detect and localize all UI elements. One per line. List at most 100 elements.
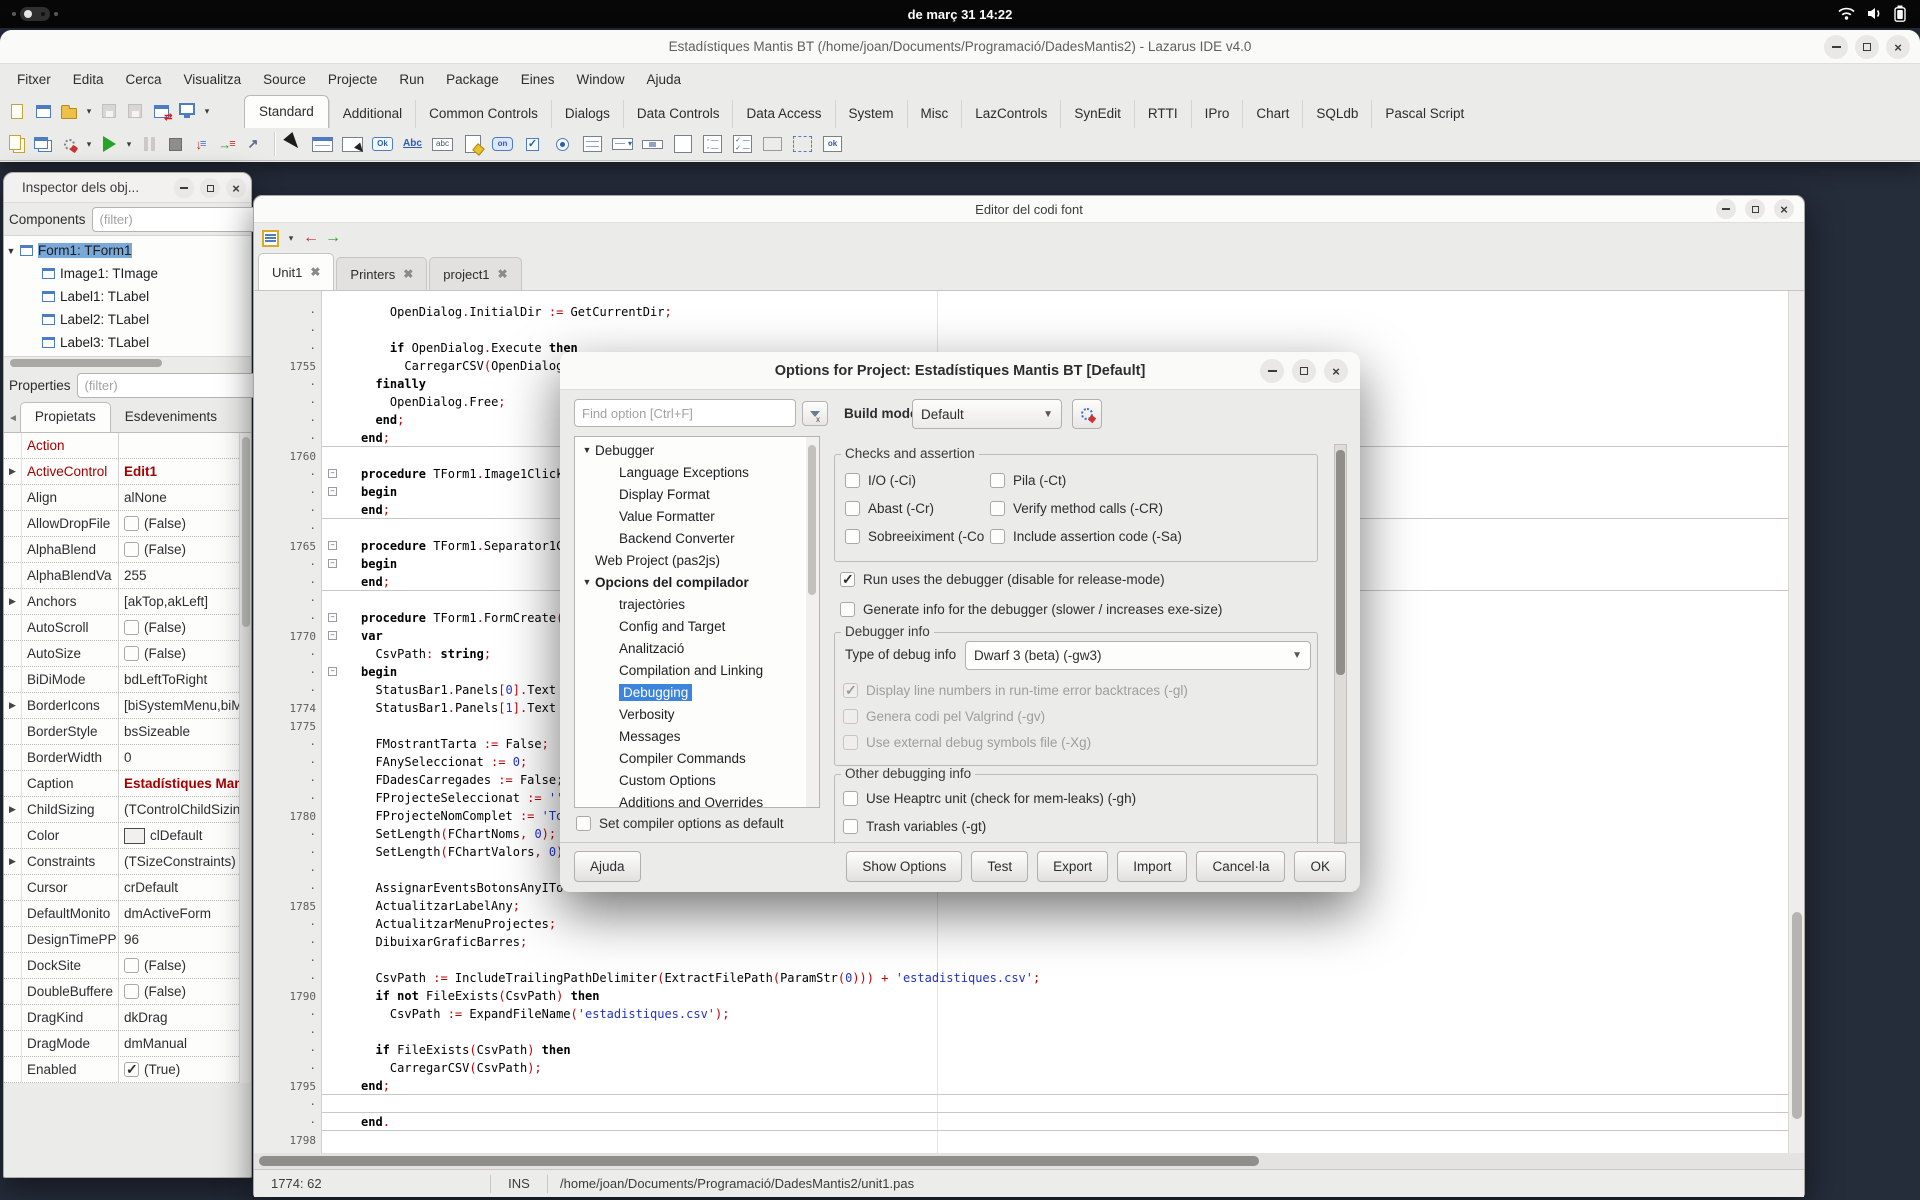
palette-listbox-icon[interactable] xyxy=(579,131,606,158)
inspector-tab-propietats[interactable]: Propietats xyxy=(20,402,111,432)
property-value[interactable]: alNone xyxy=(119,490,251,505)
options-tree-item-messages[interactable]: Messages xyxy=(575,725,819,747)
maximize-button[interactable] xyxy=(1855,35,1879,59)
close-button[interactable]: × xyxy=(1774,199,1794,219)
property-value[interactable]: dkDrag xyxy=(119,1010,251,1025)
options-tree-item-backend-converter[interactable]: Backend Converter xyxy=(575,527,819,549)
editor-vertical-scrollbar[interactable] xyxy=(1788,291,1804,1153)
property-value[interactable]: (TSizeConstraints) xyxy=(119,854,251,869)
property-row-borderwidth[interactable]: BorderWidth0 xyxy=(4,745,251,771)
checkbox-icon[interactable] xyxy=(845,529,860,544)
palette-cursor-icon[interactable] xyxy=(279,131,306,158)
close-button[interactable]: × xyxy=(1886,35,1910,59)
palette-tab-ipro[interactable]: IPro xyxy=(1191,100,1243,128)
open-dropdown-icon[interactable]: ▾ xyxy=(83,98,95,124)
close-button[interactable]: × xyxy=(1324,359,1348,383)
save-icon[interactable] xyxy=(97,98,121,124)
maximize-button[interactable] xyxy=(200,178,220,198)
checkbox-icon[interactable] xyxy=(840,572,855,587)
property-value[interactable]: (False) xyxy=(119,542,251,557)
options-tree-scrollbar[interactable] xyxy=(806,436,820,808)
property-value[interactable]: dmActiveForm xyxy=(119,906,251,921)
editor-tab-unit1[interactable]: Unit1✖ xyxy=(258,253,334,290)
options-tree-item-additions-and-overrides[interactable]: Additions and Overrides xyxy=(575,791,819,808)
step-out-icon[interactable]: ↗ xyxy=(241,131,265,157)
checkbox-icon[interactable] xyxy=(843,735,858,750)
code-line[interactable]: 1790 if not FileExists(CsvPath) then xyxy=(254,987,1788,1005)
property-row-autosize[interactable]: AutoSize(False) xyxy=(4,641,251,667)
palette-label-icon[interactable]: Abc xyxy=(399,131,426,158)
property-row-defaultmonito[interactable]: DefaultMonitodmActiveForm xyxy=(4,901,251,927)
property-value[interactable]: (False) xyxy=(119,620,251,635)
build-dropdown-icon[interactable]: ▾ xyxy=(83,131,95,157)
options-tree-item-display-format[interactable]: Display Format xyxy=(575,483,819,505)
wifi-icon[interactable] xyxy=(1837,6,1856,21)
ok-button[interactable]: OK xyxy=(1294,851,1346,882)
checkbox-icon[interactable] xyxy=(840,602,855,617)
checkbox-icon[interactable] xyxy=(124,1062,139,1077)
property-value[interactable]: bdLeftToRight xyxy=(119,672,251,687)
debug-info-type-select[interactable]: Dwarf 3 (beta) (-gw3) ▼ xyxy=(965,641,1311,670)
menu-item-cerca[interactable]: Cerca xyxy=(115,68,173,91)
code-line[interactable]: · DibuixarGraficBarres; xyxy=(254,933,1788,951)
view-toggle-dropdown-icon[interactable]: ▾ xyxy=(201,98,213,124)
code-line[interactable]: · OpenDialog.InitialDir := GetCurrentDir… xyxy=(254,303,1788,321)
tree-item-label2-tlabel[interactable]: Label2: TLabel xyxy=(4,308,251,331)
property-value[interactable]: (False) xyxy=(119,984,251,999)
property-row-dragkind[interactable]: DragKinddkDrag xyxy=(4,1005,251,1031)
property-value[interactable]: [biSystemMenu,biM xyxy=(119,698,251,713)
checkbox-icon[interactable] xyxy=(124,958,139,973)
property-row-constraints[interactable]: ▶Constraints(TSizeConstraints) xyxy=(4,849,251,875)
property-value[interactable]: clDefault xyxy=(119,828,251,844)
property-value[interactable]: 96 xyxy=(119,932,251,947)
maximize-button[interactable] xyxy=(1745,199,1765,219)
options-tree-item-custom-options[interactable]: Custom Options xyxy=(575,769,819,791)
palette-actionlist-icon[interactable]: ok xyxy=(819,131,846,158)
expand-arrow-icon[interactable]: ▶ xyxy=(4,589,22,614)
palette-tab-system[interactable]: System xyxy=(835,100,907,128)
editor-tab-printers[interactable]: Printers✖ xyxy=(336,257,427,290)
check-include-assertion-code-sa[interactable]: Include assertion code (-Sa) xyxy=(990,529,1182,544)
check-trash-variables-gt[interactable]: Trash variables (-gt) xyxy=(843,819,986,834)
fold-marker-icon[interactable]: − xyxy=(328,487,337,496)
build-mode-icon[interactable] xyxy=(149,98,173,124)
editor-horizontal-scrollbar[interactable] xyxy=(254,1153,1804,1169)
palette-checkbox-icon[interactable]: ✓ xyxy=(519,131,546,158)
dialog-title-bar[interactable]: Options for Project: Estadístiques Manti… xyxy=(560,352,1360,390)
options-tree-item-debugger[interactable]: ▼Debugger xyxy=(575,439,819,461)
property-row-autoscroll[interactable]: AutoScroll(False) xyxy=(4,615,251,641)
forward-icon[interactable]: → xyxy=(325,229,341,247)
checkbox-icon[interactable] xyxy=(990,529,1005,544)
new-form-icon[interactable] xyxy=(31,98,55,124)
tree-item-image1-timage[interactable]: Image1: TImage xyxy=(4,262,251,285)
checkbox-icon[interactable] xyxy=(843,819,858,834)
property-row-enabled[interactable]: Enabled(True) xyxy=(4,1057,251,1083)
code-line[interactable]: ·end. xyxy=(254,1113,1788,1131)
main-title-bar[interactable]: Estadístiques Mantis BT (/home/joan/Docu… xyxy=(0,30,1920,64)
view-forms-icon[interactable] xyxy=(31,131,55,157)
inspector-title-bar[interactable]: Inspector dels obj... × xyxy=(4,173,251,203)
code-line[interactable]: · CsvPath := ExpandFileName('estadistiqu… xyxy=(254,1005,1788,1023)
menu-item-run[interactable]: Run xyxy=(388,68,435,91)
menu-item-fitxer[interactable]: Fitxer xyxy=(6,68,62,91)
palette-memo-icon[interactable] xyxy=(459,131,486,158)
checkbox-icon[interactable] xyxy=(990,473,1005,488)
palette-tab-sqldb[interactable]: SQLdb xyxy=(1302,100,1371,128)
property-row-color[interactable]: ColorclDefault xyxy=(4,823,251,849)
check-display-line-numbers-in-run-time-error-backtraces-gl[interactable]: Display line numbers in run-time error b… xyxy=(843,683,1188,698)
property-row-alphablend[interactable]: AlphaBlend(False) xyxy=(4,537,251,563)
build-mode-manager-button[interactable] xyxy=(1072,399,1102,429)
options-tree-item-language-exceptions[interactable]: Language Exceptions xyxy=(575,461,819,483)
test-button[interactable]: Test xyxy=(971,851,1028,882)
code-line[interactable]: · CarregarCSV(CsvPath); xyxy=(254,1059,1788,1077)
options-tree-item-opcions-del-compilador[interactable]: ▼Opcions del compilador xyxy=(575,571,819,593)
cancel-button[interactable]: Cancel·la xyxy=(1196,851,1285,882)
check-verify-method-calls-cr[interactable]: Verify method calls (-CR) xyxy=(990,501,1163,516)
options-panel-scrollbar[interactable] xyxy=(1334,444,1347,844)
property-row-childsizing[interactable]: ▶ChildSizing(TControlChildSizin xyxy=(4,797,251,823)
options-tree-item-verbosity[interactable]: Verbosity xyxy=(575,703,819,725)
palette-tab-synedit[interactable]: SynEdit xyxy=(1060,100,1134,128)
palette-scrollbar-icon[interactable] xyxy=(639,131,666,158)
checkbox-icon[interactable] xyxy=(124,620,139,635)
property-row-anchors[interactable]: ▶Anchors[akTop,akLeft] xyxy=(4,589,251,615)
